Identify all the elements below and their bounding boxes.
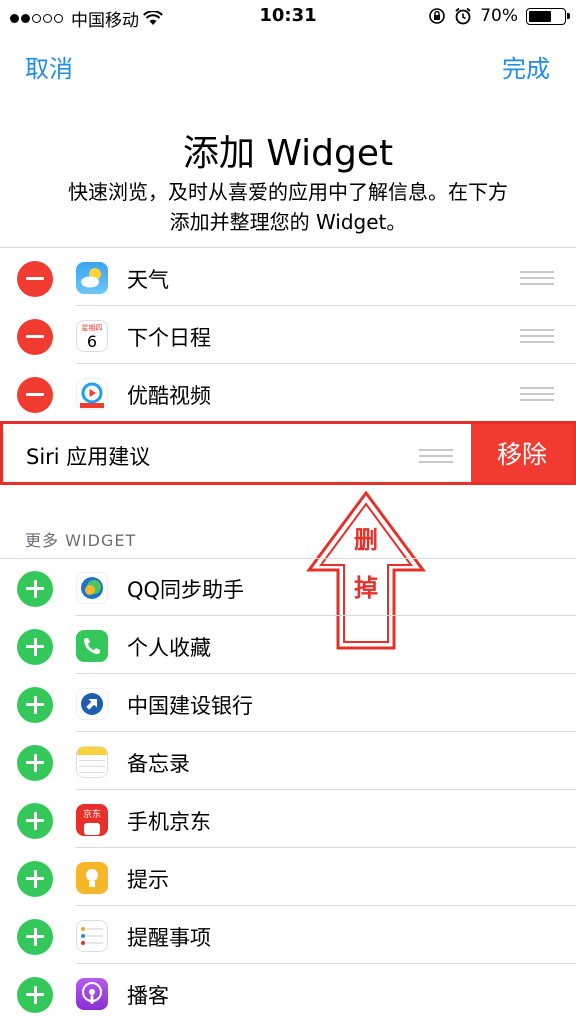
phone-icon	[76, 630, 108, 662]
reorder-handle-icon[interactable]	[520, 271, 554, 285]
widget-label: 备忘录	[127, 752, 190, 776]
add-toggle-button[interactable]	[17, 919, 53, 955]
status-right: 70%	[428, 6, 570, 26]
qq-sync-icon	[76, 572, 108, 604]
add-toggle-button[interactable]	[17, 571, 53, 607]
widget-label: 播客	[127, 984, 169, 1008]
annotation-text-1: 删	[354, 526, 378, 554]
done-button[interactable]: 完成	[502, 49, 550, 84]
widget-row-ccb: 中国建设银行	[0, 674, 576, 732]
subtitle-line-2: 添加并整理您的 Widget。	[169, 210, 407, 234]
calendar-day: 6	[86, 332, 98, 351]
ccb-icon	[76, 688, 108, 720]
widget-label: 中国建设银行	[127, 694, 253, 718]
notes-icon	[76, 746, 108, 778]
add-toggle-button[interactable]	[17, 803, 53, 839]
widget-label: 天气	[127, 268, 169, 292]
widget-label: 优酷视频	[127, 384, 211, 408]
page-title: 添加 Widget	[182, 133, 394, 174]
widget-label: Siri 应用建议	[26, 445, 151, 469]
widget-label: 下个日程	[127, 326, 211, 350]
tips-icon	[76, 862, 108, 894]
delete-toggle-button[interactable]	[17, 319, 53, 355]
widget-row-calendar: 星期四 6 下个日程	[0, 306, 576, 364]
widget-label: 提醒事项	[127, 926, 211, 950]
add-toggle-button[interactable]	[17, 629, 53, 665]
widget-row-tips: 提示	[0, 848, 576, 906]
siri-suggestions-row: Siri 应用建议 移除	[0, 421, 576, 485]
widget-label: 手机京东	[127, 810, 211, 834]
add-toggle-button[interactable]	[17, 745, 53, 781]
widget-row-qq-sync: QQ同步助手	[0, 558, 576, 616]
section-header-more: 更多 WIDGET	[25, 531, 137, 550]
widget-row-jd: 京东 手机京东	[0, 790, 576, 848]
reorder-handle-icon[interactable]	[520, 387, 554, 401]
add-toggle-button[interactable]	[17, 687, 53, 723]
widget-row-reminders: 提醒事项	[0, 906, 576, 964]
widget-row-weather: 天气	[0, 248, 576, 306]
delete-toggle-button[interactable]	[17, 377, 53, 413]
podcasts-icon	[76, 978, 108, 1010]
weather-icon	[76, 262, 108, 294]
alarm-icon	[455, 7, 471, 25]
jd-icon: 京东	[76, 804, 108, 836]
status-bar: 中国移动 10:31 70%	[0, 0, 576, 34]
widget-label: 提示	[127, 868, 169, 892]
battery-percent: 70%	[480, 6, 518, 26]
reorder-handle-icon[interactable]	[419, 449, 453, 463]
add-toggle-button[interactable]	[17, 861, 53, 897]
add-toggle-button[interactable]	[17, 977, 53, 1013]
widget-label: QQ同步助手	[127, 578, 245, 602]
widget-label: 个人收藏	[127, 636, 211, 660]
delete-toggle-button[interactable]	[17, 261, 53, 297]
rotation-lock-icon	[429, 8, 446, 24]
reorder-handle-icon[interactable]	[520, 329, 554, 343]
widget-row-notes: 备忘录	[0, 732, 576, 790]
cancel-button[interactable]: 取消	[25, 49, 73, 84]
jd-icon-text: 京东	[82, 810, 101, 820]
widget-row-youku: 优酷视频	[0, 364, 576, 422]
calendar-icon: 星期四 6	[76, 320, 108, 352]
widget-row-favorites: 个人收藏	[0, 616, 576, 674]
battery-icon	[526, 7, 570, 25]
widget-row-podcasts: 播客	[0, 964, 576, 1022]
subtitle-line-1: 快速浏览，及时从喜爱的应用中了解信息。在下方	[68, 180, 508, 204]
youku-icon	[76, 378, 108, 410]
page-subtitle: 快速浏览，及时从喜爱的应用中了解信息。在下方 添加并整理您的 Widget。	[40, 177, 536, 237]
remove-button[interactable]: 移除	[471, 424, 573, 482]
reminders-icon	[76, 920, 108, 952]
